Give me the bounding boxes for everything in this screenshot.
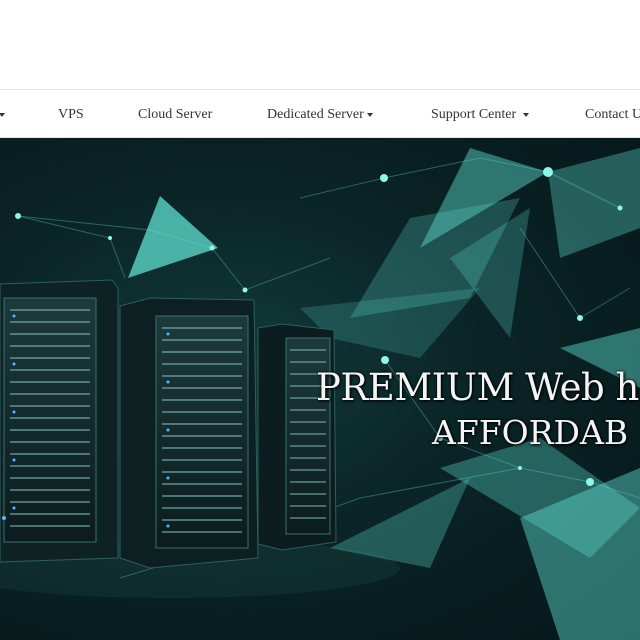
header-blank-area bbox=[0, 0, 640, 89]
hero-headline-line2: AFFORDAB bbox=[432, 413, 629, 452]
nav-item-label: Dedicated Server bbox=[267, 107, 364, 122]
chevron-down-icon bbox=[0, 112, 5, 117]
chevron-down-icon bbox=[366, 112, 373, 117]
nav-item-vps[interactable]: VPS bbox=[58, 90, 84, 139]
nav-item-label: Support Center bbox=[431, 107, 517, 122]
chevron-down-icon bbox=[522, 112, 529, 117]
hero-headline-line1: PREMIUM Web h bbox=[316, 366, 639, 409]
server-rack-right bbox=[257, 323, 337, 551]
nav-item-support-center[interactable]: Support Center bbox=[431, 90, 529, 139]
server-rack-middle bbox=[119, 297, 259, 569]
nav-item-hosting-dropdown[interactable] bbox=[0, 90, 5, 139]
nav-item-cloud-server[interactable]: Cloud Server bbox=[138, 90, 212, 139]
main-navigation: VPS Cloud Server Dedicated Server Suppor… bbox=[0, 89, 640, 138]
nav-item-contact-us[interactable]: Contact U bbox=[585, 90, 640, 139]
server-rack-left bbox=[0, 279, 119, 563]
nav-item-dedicated-server[interactable]: Dedicated Server bbox=[267, 90, 373, 139]
hero-banner: PREMIUM Web h AFFORDAB bbox=[0, 138, 640, 640]
